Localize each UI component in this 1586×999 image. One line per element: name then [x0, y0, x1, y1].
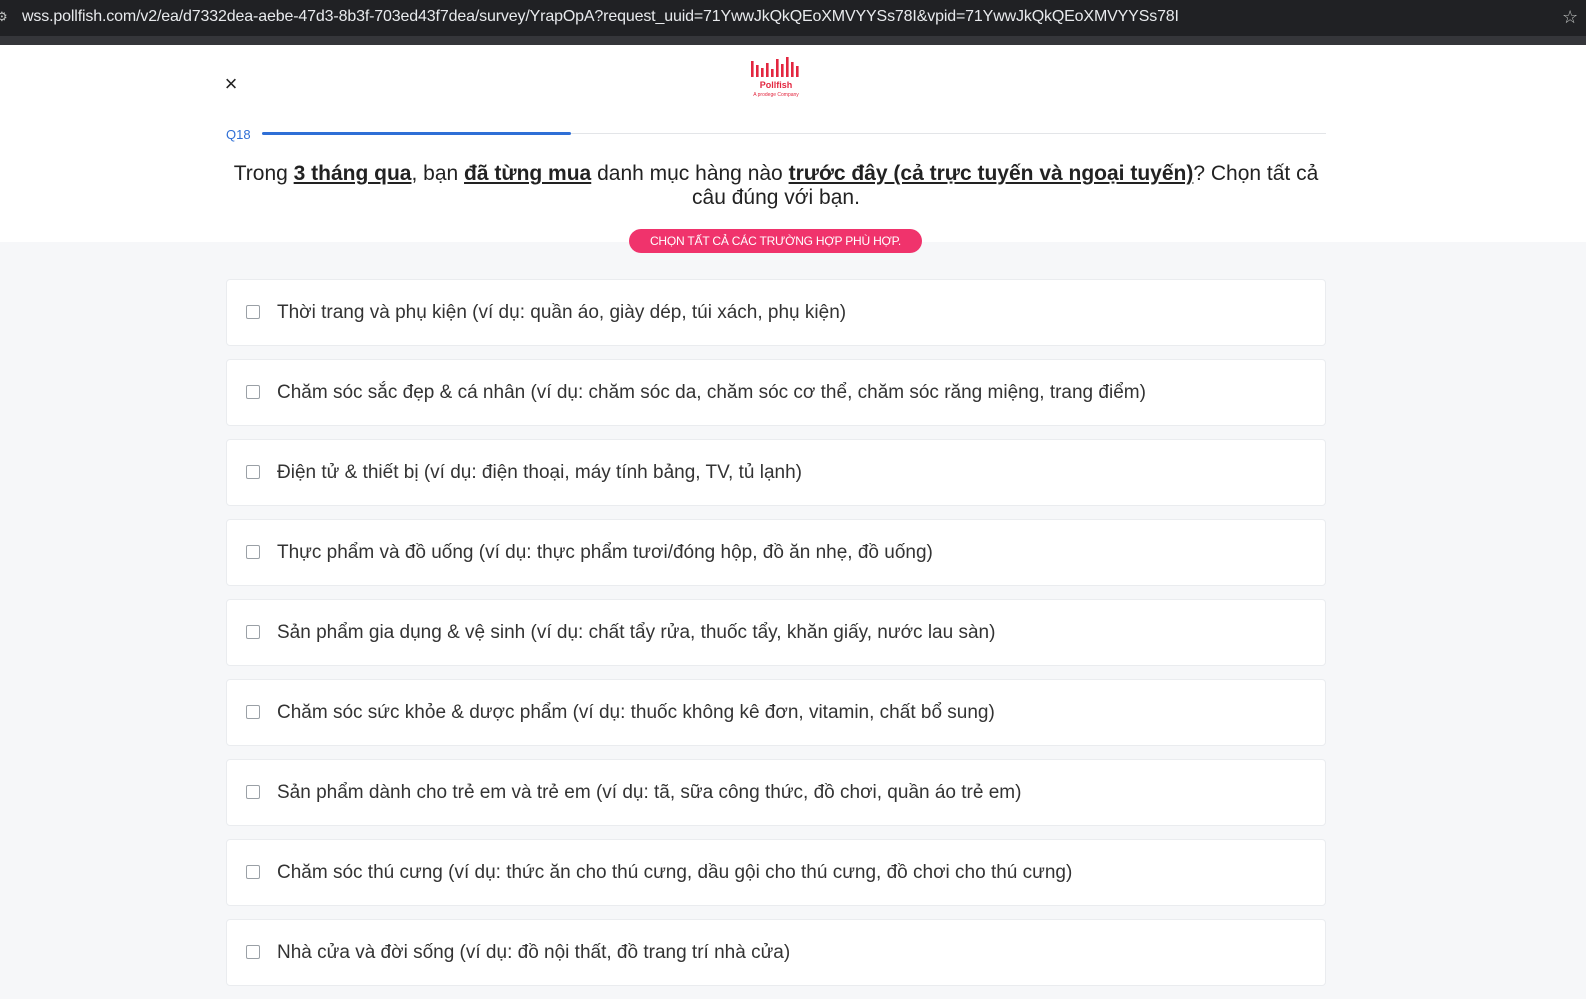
option-checkbox[interactable] [246, 625, 260, 639]
question-emphasis: 3 tháng qua [293, 162, 412, 185]
option-label: Sản phẩm gia dụng & vệ sinh (ví dụ: chất… [277, 622, 996, 643]
close-button[interactable]: × [222, 73, 240, 95]
option-checkbox[interactable] [246, 305, 260, 319]
option-checkbox[interactable] [246, 385, 260, 399]
question-segment: , bạn [411, 162, 465, 185]
option-item[interactable]: Thực phẩm và đồ uống (ví dụ: thực phẩm t… [226, 519, 1326, 586]
option-checkbox[interactable] [246, 785, 260, 799]
question-text: Trong 3 tháng qua, bạn đã từng mua danh … [230, 162, 1322, 210]
option-item[interactable]: Nhà cửa và đời sống (ví dụ: đồ nội thất,… [226, 919, 1326, 986]
logo-bars-icon [751, 57, 799, 77]
logo-brand-text: Pollfish [759, 80, 793, 90]
option-item[interactable]: Chăm sóc thú cưng (ví dụ: thức ăn cho th… [226, 839, 1326, 906]
option-label: Nhà cửa và đời sống (ví dụ: đồ nội thất,… [277, 942, 791, 963]
option-item[interactable]: Chăm sóc sắc đẹp & cá nhân (ví dụ: chăm … [226, 359, 1326, 426]
option-label: Chăm sóc sức khỏe & dược phẩm (ví dụ: th… [277, 702, 995, 723]
option-label: Chăm sóc sắc đẹp & cá nhân (ví dụ: chăm … [277, 382, 1146, 403]
browser-address-bar[interactable]: ⚙ wss.pollfish.com/v2/ea/d7332dea-aebe-4… [0, 0, 1586, 36]
option-checkbox[interactable] [246, 865, 260, 879]
option-item[interactable]: Chăm sóc sức khỏe & dược phẩm (ví dụ: th… [226, 679, 1326, 746]
instruction-badge: CHỌN TẤT CẢ CÁC TRƯỜNG HỢP PHÙ HỢP. [629, 229, 922, 253]
question-segment: danh mục hàng nào [591, 162, 789, 185]
option-checkbox[interactable] [246, 705, 260, 719]
option-label: Sản phẩm dành cho trẻ em và trẻ em (ví d… [277, 782, 1022, 803]
option-item[interactable]: Thời trang và phụ kiện (ví dụ: quần áo, … [226, 279, 1326, 346]
option-item[interactable]: Sản phẩm dành cho trẻ em và trẻ em (ví d… [226, 759, 1326, 826]
url-text[interactable]: wss.pollfish.com/v2/ea/d7332dea-aebe-47d… [22, 8, 1179, 26]
option-label: Điện tử & thiết bị (ví dụ: điện thoại, m… [277, 462, 802, 483]
option-label: Chăm sóc thú cưng (ví dụ: thức ăn cho th… [277, 862, 1073, 883]
star-icon[interactable]: ☆ [1562, 7, 1578, 28]
option-checkbox[interactable] [246, 945, 260, 959]
question-emphasis: trước đây (cả trực tuyến và ngoại tuyến) [788, 162, 1194, 185]
option-label: Thực phẩm và đồ uống (ví dụ: thực phẩm t… [277, 542, 933, 563]
tune-icon[interactable]: ⚙ [0, 10, 8, 24]
browser-divider [0, 36, 1586, 45]
pollfish-logo: Pollfish A prodege Company [740, 57, 812, 115]
progress-bar [262, 132, 571, 135]
option-checkbox[interactable] [246, 545, 260, 559]
option-checkbox[interactable] [246, 465, 260, 479]
question-emphasis: đã từng mua [464, 162, 592, 185]
logo-sub-text: A prodege Company [753, 92, 799, 98]
option-item[interactable]: Sản phẩm gia dụng & vệ sinh (ví dụ: chất… [226, 599, 1326, 666]
option-label: Thời trang và phụ kiện (ví dụ: quần áo, … [277, 302, 847, 323]
options-list: Thời trang và phụ kiện (ví dụ: quần áo, … [226, 279, 1326, 999]
question-segment: Trong [233, 162, 294, 185]
option-item[interactable]: Điện tử & thiết bị (ví dụ: điện thoại, m… [226, 439, 1326, 506]
question-number: Q18 [226, 127, 251, 142]
